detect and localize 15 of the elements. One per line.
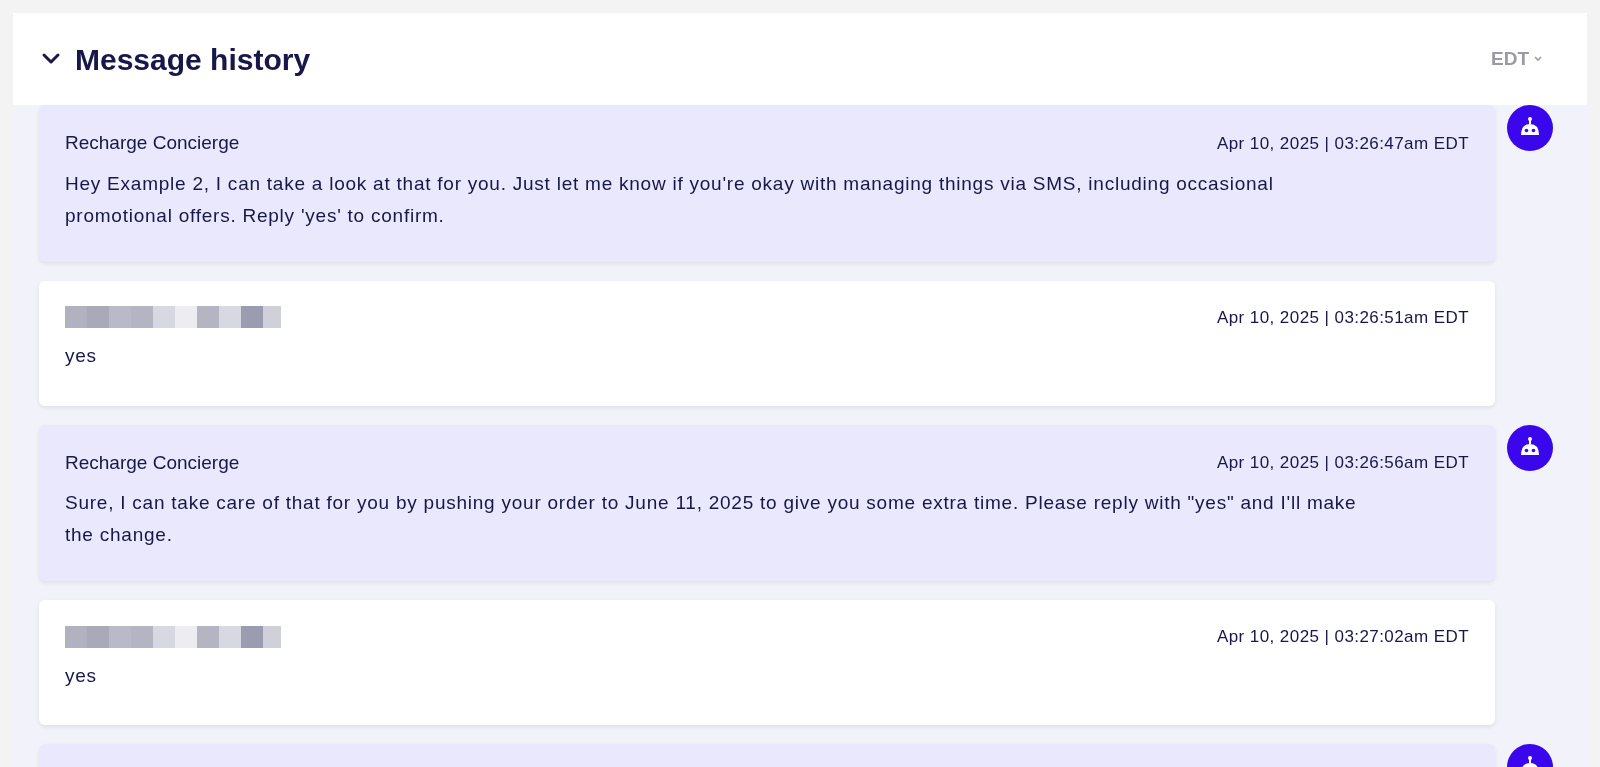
message-text: Hey Example 2, I can take a look at that for you. Just let me know if you're okay with managing things via SMS, including occasional promotional offers. Reply 'yes' to confirm. [65, 171, 1275, 228]
caret-icon [1533, 55, 1543, 63]
message-timestamp: Apr 10, 2025 | 03:26:51am EDT [1216, 306, 1469, 329]
sender-name: Recharge Concierge [65, 131, 240, 155]
message-text: yes [65, 663, 98, 688]
message-text: yes [65, 344, 98, 368]
sender-name: Recharge Concierge [65, 450, 240, 475]
message-timestamp: Apr 10, 2025 | 03:26:56am EDT [1216, 452, 1469, 474]
message-text: Sure, I can take care of that for you by pushing your order to June 11, 2025 to give you some extra time. Please reply with "yes" and I'll make the change. [65, 491, 1358, 547]
timezone-dropdown[interactable]: EDT [1491, 44, 1559, 74]
robot-avatar-icon [1507, 424, 1553, 471]
section-title: Message history [75, 41, 311, 78]
message-timestamp: Apr 10, 2025 | 03:26:47am EDT [1216, 132, 1469, 155]
chevron-down-icon[interactable] [41, 52, 61, 66]
message-timestamp: Apr 10, 2025 | 03:27:02am EDT [1216, 626, 1469, 648]
